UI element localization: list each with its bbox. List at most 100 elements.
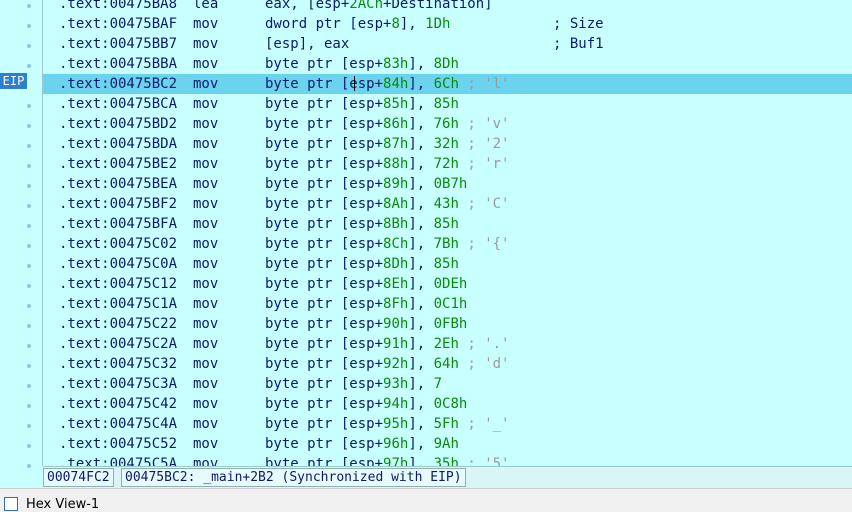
operand-part: 8Dh bbox=[383, 256, 409, 272]
listing-row[interactable]: .text:00475BD2 mov byte ptr [esp+86h], 76h… bbox=[43, 114, 852, 134]
operand-part: 8Eh bbox=[383, 276, 409, 292]
breakpoint-dot[interactable] bbox=[27, 284, 31, 288]
breakpoint-dot[interactable] bbox=[27, 244, 31, 248]
listing-row[interactable]: .text:00475C02 mov byte ptr [esp+8Ch], 7Bh… bbox=[43, 234, 852, 254]
operand-part: 0C8h bbox=[433, 396, 468, 412]
breakpoint-dot[interactable] bbox=[27, 164, 31, 168]
listing-row[interactable]: .text:00475BA8 lea eax, [esp+2ACh+Destinat… bbox=[43, 0, 852, 14]
row-mnemonic: mov bbox=[193, 16, 219, 32]
row-mnemonic: mov bbox=[193, 396, 219, 412]
disassembly-listing[interactable]: .text:00475BA8 lea eax, [esp+2ACh+Destinat… bbox=[43, 0, 852, 466]
operand-part: 87h bbox=[383, 136, 409, 152]
listing-row[interactable]: .text:00475BB7 mov [esp], eax ; Buf1 bbox=[43, 34, 852, 54]
bottom-tab-strip: Hex View-1 bbox=[0, 488, 852, 512]
breakpoint-dot[interactable] bbox=[27, 324, 31, 328]
breakpoint-dot[interactable] bbox=[27, 44, 31, 48]
status-bar: 00074FC2 00475BC2: _main+2B2 (Synchroniz… bbox=[43, 466, 852, 487]
row-address: .text:00475C0A bbox=[59, 256, 178, 272]
operand-part: ], bbox=[408, 256, 434, 272]
listing-row[interactable]: .text:00475BFA mov byte ptr [esp+8Bh], 85h bbox=[43, 214, 852, 234]
listing-row[interactable]: .text:00475BE2 mov byte ptr [esp+88h], 72h… bbox=[43, 154, 852, 174]
operand-part: byte ptr [esp+ bbox=[265, 56, 384, 72]
row-operands: eax, [esp+2ACh+Destination] bbox=[265, 0, 493, 14]
operand-part: 8 bbox=[391, 16, 400, 32]
operand-part: ], bbox=[408, 296, 434, 312]
listing-row[interactable]: .text:00475C32 mov byte ptr [esp+92h], 64h… bbox=[43, 354, 852, 374]
operand-part: 92h bbox=[383, 356, 409, 372]
breakpoint-dot[interactable] bbox=[27, 24, 31, 28]
listing-row[interactable]: .text:00475BEA mov byte ptr [esp+89h], 0B7… bbox=[43, 174, 852, 194]
operand-part: ], bbox=[408, 236, 434, 252]
listing-row[interactable]: .text:00475BBA mov byte ptr [esp+83h], 8Dh bbox=[43, 54, 852, 74]
breakpoint-dot[interactable] bbox=[27, 304, 31, 308]
operand-part: +Destination] bbox=[383, 0, 493, 12]
row-comment: ; 'r' bbox=[458, 156, 510, 172]
breakpoint-dot[interactable] bbox=[27, 264, 31, 268]
listing-row[interactable]: .text:00475C1A mov byte ptr [esp+8Fh], 0C1… bbox=[43, 294, 852, 314]
listing-row[interactable]: .text:00475C12 mov byte ptr [esp+8Eh], 0DE… bbox=[43, 274, 852, 294]
breakpoint-dot[interactable] bbox=[27, 124, 31, 128]
listing-row[interactable]: .text:00475BDA mov byte ptr [esp+87h], 32h… bbox=[43, 134, 852, 154]
listing-row[interactable]: .text:00475C2A mov byte ptr [esp+91h], 2Eh… bbox=[43, 334, 852, 354]
operand-part: ], bbox=[408, 176, 434, 192]
breakpoint-dot[interactable] bbox=[27, 4, 31, 8]
breakpoint-dot[interactable] bbox=[27, 444, 31, 448]
operand-part: [esp], eax bbox=[265, 36, 350, 52]
breakpoint-dot[interactable] bbox=[27, 404, 31, 408]
breakpoint-dot[interactable] bbox=[27, 344, 31, 348]
row-operands: dword ptr [esp+8], 1Dh bbox=[265, 14, 450, 34]
operand-part: ], bbox=[408, 276, 434, 292]
listing-row[interactable]: .text:00475C4A mov byte ptr [esp+95h], 5Fh… bbox=[43, 414, 852, 434]
breakpoint-dot[interactable] bbox=[27, 184, 31, 188]
breakpoint-dot[interactable] bbox=[27, 424, 31, 428]
row-mnemonic: lea bbox=[193, 0, 219, 12]
row-address: .text:00475BA8 bbox=[59, 0, 178, 12]
listing-row[interactable]: .text:00475BCA mov byte ptr [esp+85h], 85h bbox=[43, 94, 852, 114]
listing-row[interactable]: .text:00475C0A mov byte ptr [esp+8Dh], 85h bbox=[43, 254, 852, 274]
row-mnemonic: mov bbox=[193, 336, 219, 352]
breakpoint-dot[interactable] bbox=[27, 104, 31, 108]
row-address: .text:00475C3A bbox=[59, 376, 178, 392]
row-mnemonic: mov bbox=[193, 296, 219, 312]
left-gutter[interactable] bbox=[0, 0, 43, 468]
operand-part: 9Ah bbox=[433, 436, 459, 452]
breakpoint-dot[interactable] bbox=[27, 224, 31, 228]
row-comment: ; '.' bbox=[458, 336, 510, 352]
operand-part: byte ptr [esp+ bbox=[265, 76, 384, 92]
operand-part: 90h bbox=[383, 316, 409, 332]
listing-row[interactable]: .text:00475BAF mov dword ptr [esp+8], 1Dh;… bbox=[43, 14, 852, 34]
row-mnemonic: mov bbox=[193, 356, 219, 372]
operand-part: byte ptr [esp+ bbox=[265, 236, 384, 252]
operand-part: ], bbox=[408, 216, 434, 232]
operand-part: 2Eh bbox=[433, 336, 459, 352]
operand-part: 32h bbox=[433, 136, 459, 152]
operand-part: ], bbox=[408, 96, 434, 112]
operand-part: ], bbox=[408, 156, 434, 172]
breakpoint-dot[interactable] bbox=[27, 64, 31, 68]
row-address: .text:00475BD2 bbox=[59, 116, 178, 132]
breakpoint-dot[interactable] bbox=[27, 464, 31, 468]
listing-row[interactable]: .text:00475C52 mov byte ptr [esp+96h], 9Ah bbox=[43, 434, 852, 454]
listing-row[interactable]: .text:00475C3A mov byte ptr [esp+93h], 7 bbox=[43, 374, 852, 394]
row-address: .text:00475C5A bbox=[59, 456, 178, 466]
listing-row[interactable]: .text:00475C22 mov byte ptr [esp+90h], 0FB… bbox=[43, 314, 852, 334]
operand-part: 0FBh bbox=[433, 316, 468, 332]
listing-row[interactable]: .text:00475BC2 mov byte ptr [esp+84h], 6Ch… bbox=[43, 74, 852, 94]
operand-part: byte ptr [esp+ bbox=[265, 456, 384, 466]
row-operands: byte ptr [esp+8Fh], 0C1h bbox=[265, 294, 467, 314]
row-mnemonic: mov bbox=[193, 236, 219, 252]
breakpoint-dot[interactable] bbox=[27, 204, 31, 208]
listing-row[interactable]: .text:00475C42 mov byte ptr [esp+94h], 0C8… bbox=[43, 394, 852, 414]
operand-part: byte ptr [esp+ bbox=[265, 296, 384, 312]
operand-part: 6Ch bbox=[433, 76, 459, 92]
operand-part: 8Bh bbox=[383, 216, 409, 232]
listing-row[interactable]: .text:00475C5A mov byte ptr [esp+97h], 35h… bbox=[43, 454, 852, 466]
operand-part: 85h bbox=[433, 216, 459, 232]
listing-row[interactable]: .text:00475BF2 mov byte ptr [esp+8Ah], 43h… bbox=[43, 194, 852, 214]
breakpoint-dot[interactable] bbox=[27, 364, 31, 368]
breakpoint-dot[interactable] bbox=[27, 384, 31, 388]
row-address: .text:00475C32 bbox=[59, 356, 178, 372]
breakpoint-dot[interactable] bbox=[27, 144, 31, 148]
row-address: .text:00475BE2 bbox=[59, 156, 178, 172]
row-operands: byte ptr [esp+8Ch], 7Bh ; '{' bbox=[265, 234, 509, 254]
